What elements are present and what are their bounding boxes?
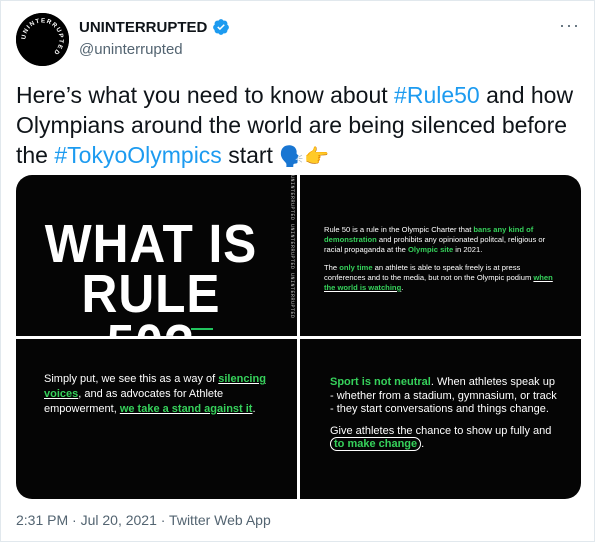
vertical-brand-strip: UNINTERRUPTED UNINTERRUPTED UNINTERRUPTE… bbox=[289, 175, 295, 319]
tweet-text-segment: Here’s what you need to know about bbox=[16, 82, 395, 108]
author-handle[interactable]: @uninterrupted bbox=[79, 41, 183, 58]
highlight-text: to make change bbox=[330, 437, 422, 451]
text-segment: . bbox=[252, 403, 256, 415]
hashtag-tokyoolympics-link[interactable]: #TokyoOlympics bbox=[54, 142, 221, 168]
text-segment: Simply put, we see this as a way of bbox=[44, 373, 219, 385]
text-segment: . bbox=[421, 438, 425, 450]
author-name-row: UNINTERRUPTED bbox=[79, 18, 230, 36]
media-grid: WHAT IS RULE 50? UNINTERRUPTED UNINTERRU… bbox=[16, 175, 581, 499]
image-title: WHAT IS RULE 50? bbox=[44, 214, 258, 336]
tweet-text: Here’s what you need to know about #Rule… bbox=[16, 80, 581, 172]
highlight-text: only time bbox=[339, 263, 373, 272]
media-image-4[interactable]: Sport is not neutral. When athletes spea… bbox=[300, 339, 581, 499]
media-image-2[interactable]: Rule 50 is a rule in the Olympic Charter… bbox=[300, 175, 581, 336]
rule50-explainer-text: Rule 50 is a rule in the Olympic Charter… bbox=[324, 225, 560, 301]
avatar[interactable]: UNINTERRUPTED bbox=[16, 13, 69, 66]
more-options-icon[interactable]: ··· bbox=[559, 15, 580, 36]
display-name[interactable]: UNINTERRUPTED bbox=[79, 19, 207, 36]
tweet-timestamp[interactable]: 2:31 PM · Jul 20, 2021 · Twitter Web App bbox=[16, 512, 271, 528]
text-segment: The bbox=[324, 263, 340, 272]
speaking-pointing-emoji-icon: 🗣️👉 bbox=[279, 146, 330, 168]
tweet-card: UNINTERRUPTED UNINTERRUPTED @uninterrupt… bbox=[0, 0, 595, 542]
text-segment: . bbox=[401, 283, 404, 292]
accent-bar bbox=[191, 328, 213, 330]
highlight-text: Olympic site bbox=[408, 245, 454, 254]
verified-badge-icon bbox=[213, 19, 230, 35]
highlight-text: Sport is not neutral bbox=[330, 376, 431, 388]
media-image-3[interactable]: Simply put, we see this as a way of sile… bbox=[16, 339, 297, 499]
avatar-logo-icon: UNINTERRUPTED bbox=[16, 13, 69, 66]
silencing-voices-text: Simply put, we see this as a way of sile… bbox=[44, 372, 284, 417]
text-segment: Give athletes the chance to show up full… bbox=[330, 424, 552, 437]
media-image-1[interactable]: WHAT IS RULE 50? UNINTERRUPTED UNINTERRU… bbox=[16, 175, 297, 336]
text-segment: in 2021. bbox=[453, 245, 483, 254]
sport-not-neutral-text: Sport is not neutral. When athletes spea… bbox=[330, 376, 560, 460]
tweet-text-segment: start bbox=[221, 142, 280, 168]
hashtag-rule50-link[interactable]: #Rule50 bbox=[394, 82, 480, 108]
highlight-text: we take a stand against it bbox=[119, 403, 253, 415]
text-segment: Rule 50 is a rule in the Olympic Charter… bbox=[324, 225, 474, 234]
